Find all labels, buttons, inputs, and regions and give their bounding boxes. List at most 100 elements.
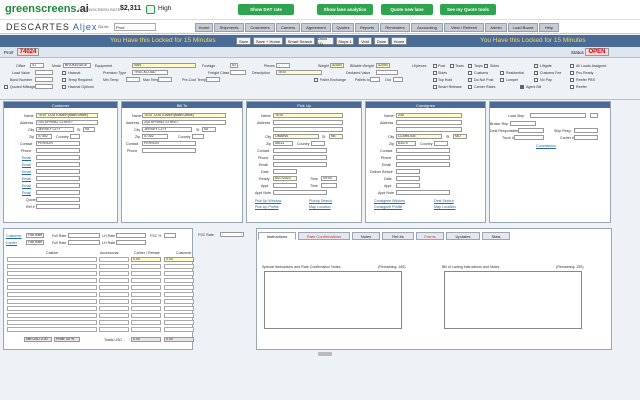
tab-quotes[interactable]: Quotes [332,23,354,32]
freight-class-select[interactable] [230,70,246,75]
carrier-rate-type-select[interactable]: Flat Rate [26,240,44,245]
customer-address-input[interactable]: 200 SPRING STREET [36,120,98,125]
customer-email-input[interactable] [36,162,80,167]
consignee-header[interactable]: Consignee [366,102,485,108]
tab-load-board[interactable]: Load Board [508,23,538,32]
dest-responsible-input[interactable] [518,128,544,133]
option-checkbox[interactable] [433,64,437,68]
cashier-cell[interactable] [7,285,97,290]
customer-zip-input[interactable]: 07302 [36,134,52,139]
billto-contact-input[interactable]: PERSON [142,141,196,146]
customer-email-input[interactable] [36,176,80,181]
ship-resp-input[interactable] [574,128,598,133]
cashier-cell[interactable] [7,278,97,283]
load-step-extra[interactable] [590,113,598,118]
dest-search-link[interactable]: Dest Search [434,199,454,203]
customer-charge-cell[interactable] [164,306,194,311]
quoted-mileage-checkbox[interactable] [4,85,8,89]
premium-select[interactable]: TRUCKLOAD [132,70,168,75]
email-link[interactable]: Email [22,170,31,174]
consignee-profile-link[interactable]: Consignee Profile [374,205,402,209]
accessorial-cell[interactable] [99,299,129,304]
option-checkbox[interactable] [570,78,574,82]
tab-rate-confirmations[interactable]: Rate Confirmations [298,232,350,240]
quote-tools-button[interactable]: See my Quote tools [440,4,496,15]
option-checkbox[interactable] [500,78,504,82]
consignee-appt-input[interactable] [396,183,420,188]
accessorial-cell[interactable] [99,285,129,290]
customer-email-input[interactable] [36,155,80,160]
cashier-cell[interactable] [7,292,97,297]
accessorial-cell[interactable] [99,264,129,269]
declared-input[interactable] [376,70,398,75]
truck-input[interactable] [514,135,544,140]
tab-admin[interactable]: Admin [485,23,507,32]
pickup-name-input[interactable]: TEST [273,113,343,118]
cashier-cell[interactable] [7,299,97,304]
carrier-charge-cell[interactable] [131,320,161,325]
consignee-state-input[interactable]: MO [453,134,467,139]
equipment-select[interactable]: VAN [132,63,196,68]
option-checkbox[interactable] [484,64,488,68]
consignee-address-input[interactable] [396,120,462,125]
tab-carriers[interactable]: Carriers [276,23,300,32]
customer-charge-cell[interactable]: 0.00 [164,257,194,262]
accessorial-cell[interactable] [99,257,129,262]
agent-bill-checkbox[interactable] [520,85,524,89]
email-link[interactable]: Email [22,177,31,181]
option-checkbox[interactable] [468,78,472,82]
carrier-num-input[interactable] [574,135,598,140]
accessorial-cell[interactable] [99,278,129,283]
tab-reminders[interactable]: Reminders [380,23,410,32]
smart-release-checkbox[interactable] [433,85,437,89]
cashier-cell[interactable] [7,320,97,325]
carrier-charge-cell[interactable] [131,299,161,304]
void-button[interactable]: Void [358,37,372,45]
accessorial-cell[interactable] [99,313,129,318]
tab-instructions[interactable]: Instructions [258,232,296,240]
office-input[interactable]: V1 [30,63,44,68]
home-button[interactable]: Home [391,37,407,45]
billto-phone-input[interactable] [142,148,196,153]
weight-input[interactable]: 42000 [330,63,344,68]
pickup-contact-input[interactable] [273,148,327,153]
special-instructions-textarea[interactable] [264,271,402,329]
show-lane-analytics-button[interactable]: Show lane analytics [317,4,373,15]
bond-input[interactable] [35,77,53,82]
customer-charge-cell[interactable] [164,278,194,283]
done-button[interactable]: Done [374,37,389,45]
save-button[interactable]: Save [236,37,251,45]
billto-header[interactable]: Bill To [122,102,242,108]
consignee-name-input[interactable]: 234 [396,113,462,118]
cashier-cell[interactable] [7,327,97,332]
billto-country-input[interactable] [192,134,204,139]
pickup-profile-link[interactable]: Pick Up Profile [255,205,279,209]
quoted-mileage-input[interactable] [35,84,53,89]
customer-contact-input[interactable]: PERSON [36,141,80,146]
cashier-cell[interactable] [7,257,97,262]
pickup-city-input[interactable]: OMAHA [273,134,319,139]
customer-quote-input[interactable] [36,197,80,202]
load-step-input[interactable] [530,113,586,118]
pre-cool-input[interactable] [206,77,220,82]
consignee-country-input[interactable] [434,141,448,146]
customer-state-input[interactable]: NJ [83,127,95,132]
billto-state-input[interactable]: NJ [202,127,216,132]
pickup-appt-note-input[interactable] [273,190,327,195]
accessorial-cell[interactable] [99,306,129,311]
pallets-to-input[interactable] [370,77,380,82]
carrier-charge-cell[interactable] [131,271,161,276]
accessorial-cell[interactable] [99,327,129,332]
max-temp-input[interactable] [158,77,172,82]
tab-agreement[interactable]: Agreement [301,23,331,32]
accessorial-cell[interactable] [99,292,129,297]
customer-country-input[interactable] [70,134,80,139]
hazmat-checkbox[interactable] [62,71,66,75]
option-checkbox[interactable] [570,64,574,68]
customer-email-input[interactable] [36,190,80,195]
mode-select[interactable]: BROKERAGE [63,63,91,68]
tab-notes[interactable]: Notes [352,232,380,240]
consignee-address2-input[interactable] [396,127,462,132]
cashier-cell[interactable] [7,313,97,318]
cashier-cell[interactable] [7,264,97,269]
